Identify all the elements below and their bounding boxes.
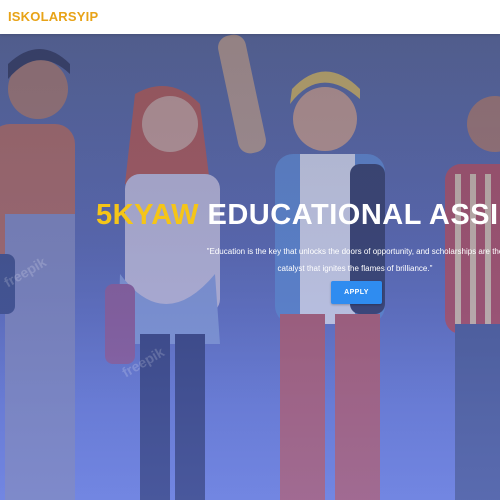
top-navbar: ISKOLARSYIP: [0, 0, 500, 34]
headline-accent: 5KYAW: [96, 199, 199, 231]
quote-line: catalyst that ignites the flames of bril…: [277, 264, 433, 273]
brand-logo[interactable]: ISKOLARSYIP: [8, 9, 98, 24]
apply-button[interactable]: APPLY: [331, 281, 382, 304]
quote-line: "Education is the key that unlocks the d…: [206, 247, 500, 256]
hero-headline: 5KYAW EDUCATIONAL ASSI: [96, 198, 499, 232]
hero-section: freepik freepik 5KYAW EDUCATIONAL ASSI "…: [0, 34, 500, 500]
headline-rest: EDUCATIONAL ASSI: [198, 199, 499, 231]
hero-quote: "Education is the key that unlocks the d…: [205, 243, 500, 277]
